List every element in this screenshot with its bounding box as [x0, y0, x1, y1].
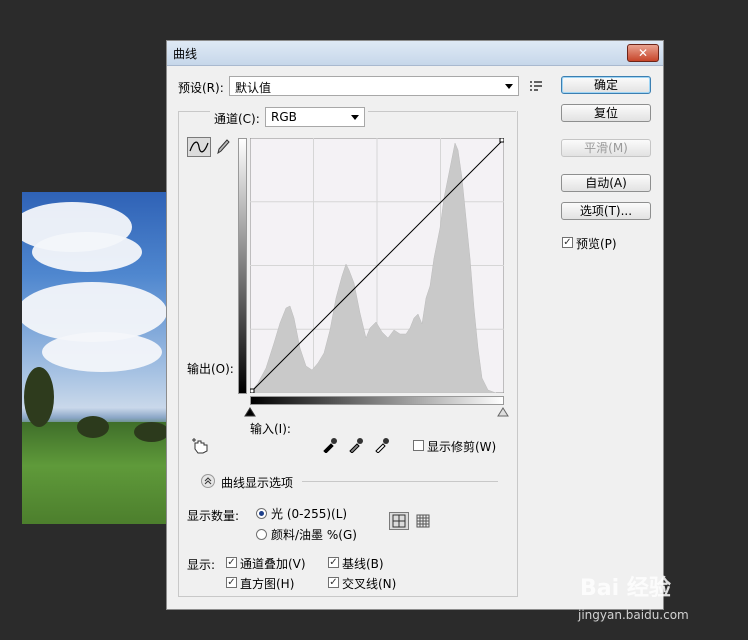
dialog-title: 曲线: [173, 47, 198, 61]
auto-button[interactable]: 自动(A): [561, 174, 651, 192]
pigment-radio[interactable]: [256, 529, 267, 540]
channel-value: RGB: [271, 110, 297, 124]
curve-options-label: 曲线显示选项: [221, 476, 294, 490]
background-photo: [22, 192, 167, 524]
channel-overlay-checkbox[interactable]: ✓: [226, 557, 237, 568]
options-button[interactable]: 选项(T)...: [561, 202, 651, 220]
curve-point-start: [250, 388, 255, 393]
pencil-icon[interactable]: [215, 138, 231, 159]
preset-label: 预设(R):: [178, 81, 224, 95]
black-point-slider[interactable]: [244, 406, 256, 420]
light-radio-label: 光 (0-255)(L): [271, 507, 348, 521]
eyedropper-gray-icon[interactable]: [348, 437, 364, 456]
watermark-logo: Bai 经验: [580, 576, 671, 601]
watermark-url: jingyan.baidu.com: [578, 608, 689, 622]
light-radio[interactable]: [256, 508, 267, 519]
curve-point-end: [499, 138, 504, 143]
input-gradient-bar: [250, 396, 504, 405]
channel-label: 通道(C):: [214, 112, 260, 126]
ok-button[interactable]: 确定: [561, 76, 651, 94]
detailed-grid-icon[interactable]: [416, 514, 430, 531]
baseline-label: 基线(B): [342, 557, 384, 571]
pigment-radio-label: 颜料/油墨 %(G): [271, 528, 357, 542]
reset-button[interactable]: 复位: [561, 104, 651, 122]
preset-value: 默认值: [235, 81, 272, 95]
intersection-line-label: 交叉线(N): [342, 577, 397, 591]
collapse-toggle-icon[interactable]: [201, 474, 215, 488]
show-amount-label: 显示数量:: [187, 509, 240, 523]
curve-graph[interactable]: [250, 138, 504, 393]
histogram-checkbox[interactable]: ✓: [226, 577, 237, 588]
eyedropper-black-icon[interactable]: [322, 437, 338, 456]
eyedropper-white-icon[interactable]: [374, 437, 390, 456]
baseline-checkbox[interactable]: ✓: [328, 557, 339, 568]
preview-label: 预览(P): [576, 237, 617, 251]
channel-overlay-label: 通道叠加(V): [240, 557, 306, 571]
intersection-line-checkbox[interactable]: ✓: [328, 577, 339, 588]
title-bar: 曲线 ✕: [167, 41, 663, 66]
preset-select[interactable]: 默认值: [229, 76, 519, 96]
channel-select[interactable]: RGB: [265, 107, 365, 127]
close-button[interactable]: ✕: [627, 44, 659, 62]
divider: [302, 481, 498, 482]
chevron-down-icon: [505, 84, 513, 89]
preset-options-icon[interactable]: [529, 80, 543, 95]
hand-adjust-icon[interactable]: [191, 437, 211, 458]
show-label: 显示:: [187, 558, 216, 572]
chevron-down-icon: [351, 115, 359, 120]
show-clipping-checkbox[interactable]: [413, 440, 424, 451]
white-point-slider[interactable]: [497, 406, 509, 420]
input-label: 输入(I):: [250, 422, 291, 436]
show-clipping-label: 显示修剪(W): [427, 440, 497, 454]
simple-grid-icon[interactable]: [389, 512, 409, 530]
curve-edit-icon[interactable]: [187, 137, 211, 157]
histogram-label: 直方图(H): [240, 577, 295, 591]
output-gradient-bar: [238, 138, 247, 394]
output-label: 输出(O):: [187, 362, 234, 376]
smooth-button[interactable]: 平滑(M): [561, 139, 651, 157]
preview-checkbox[interactable]: ✓: [562, 237, 573, 248]
